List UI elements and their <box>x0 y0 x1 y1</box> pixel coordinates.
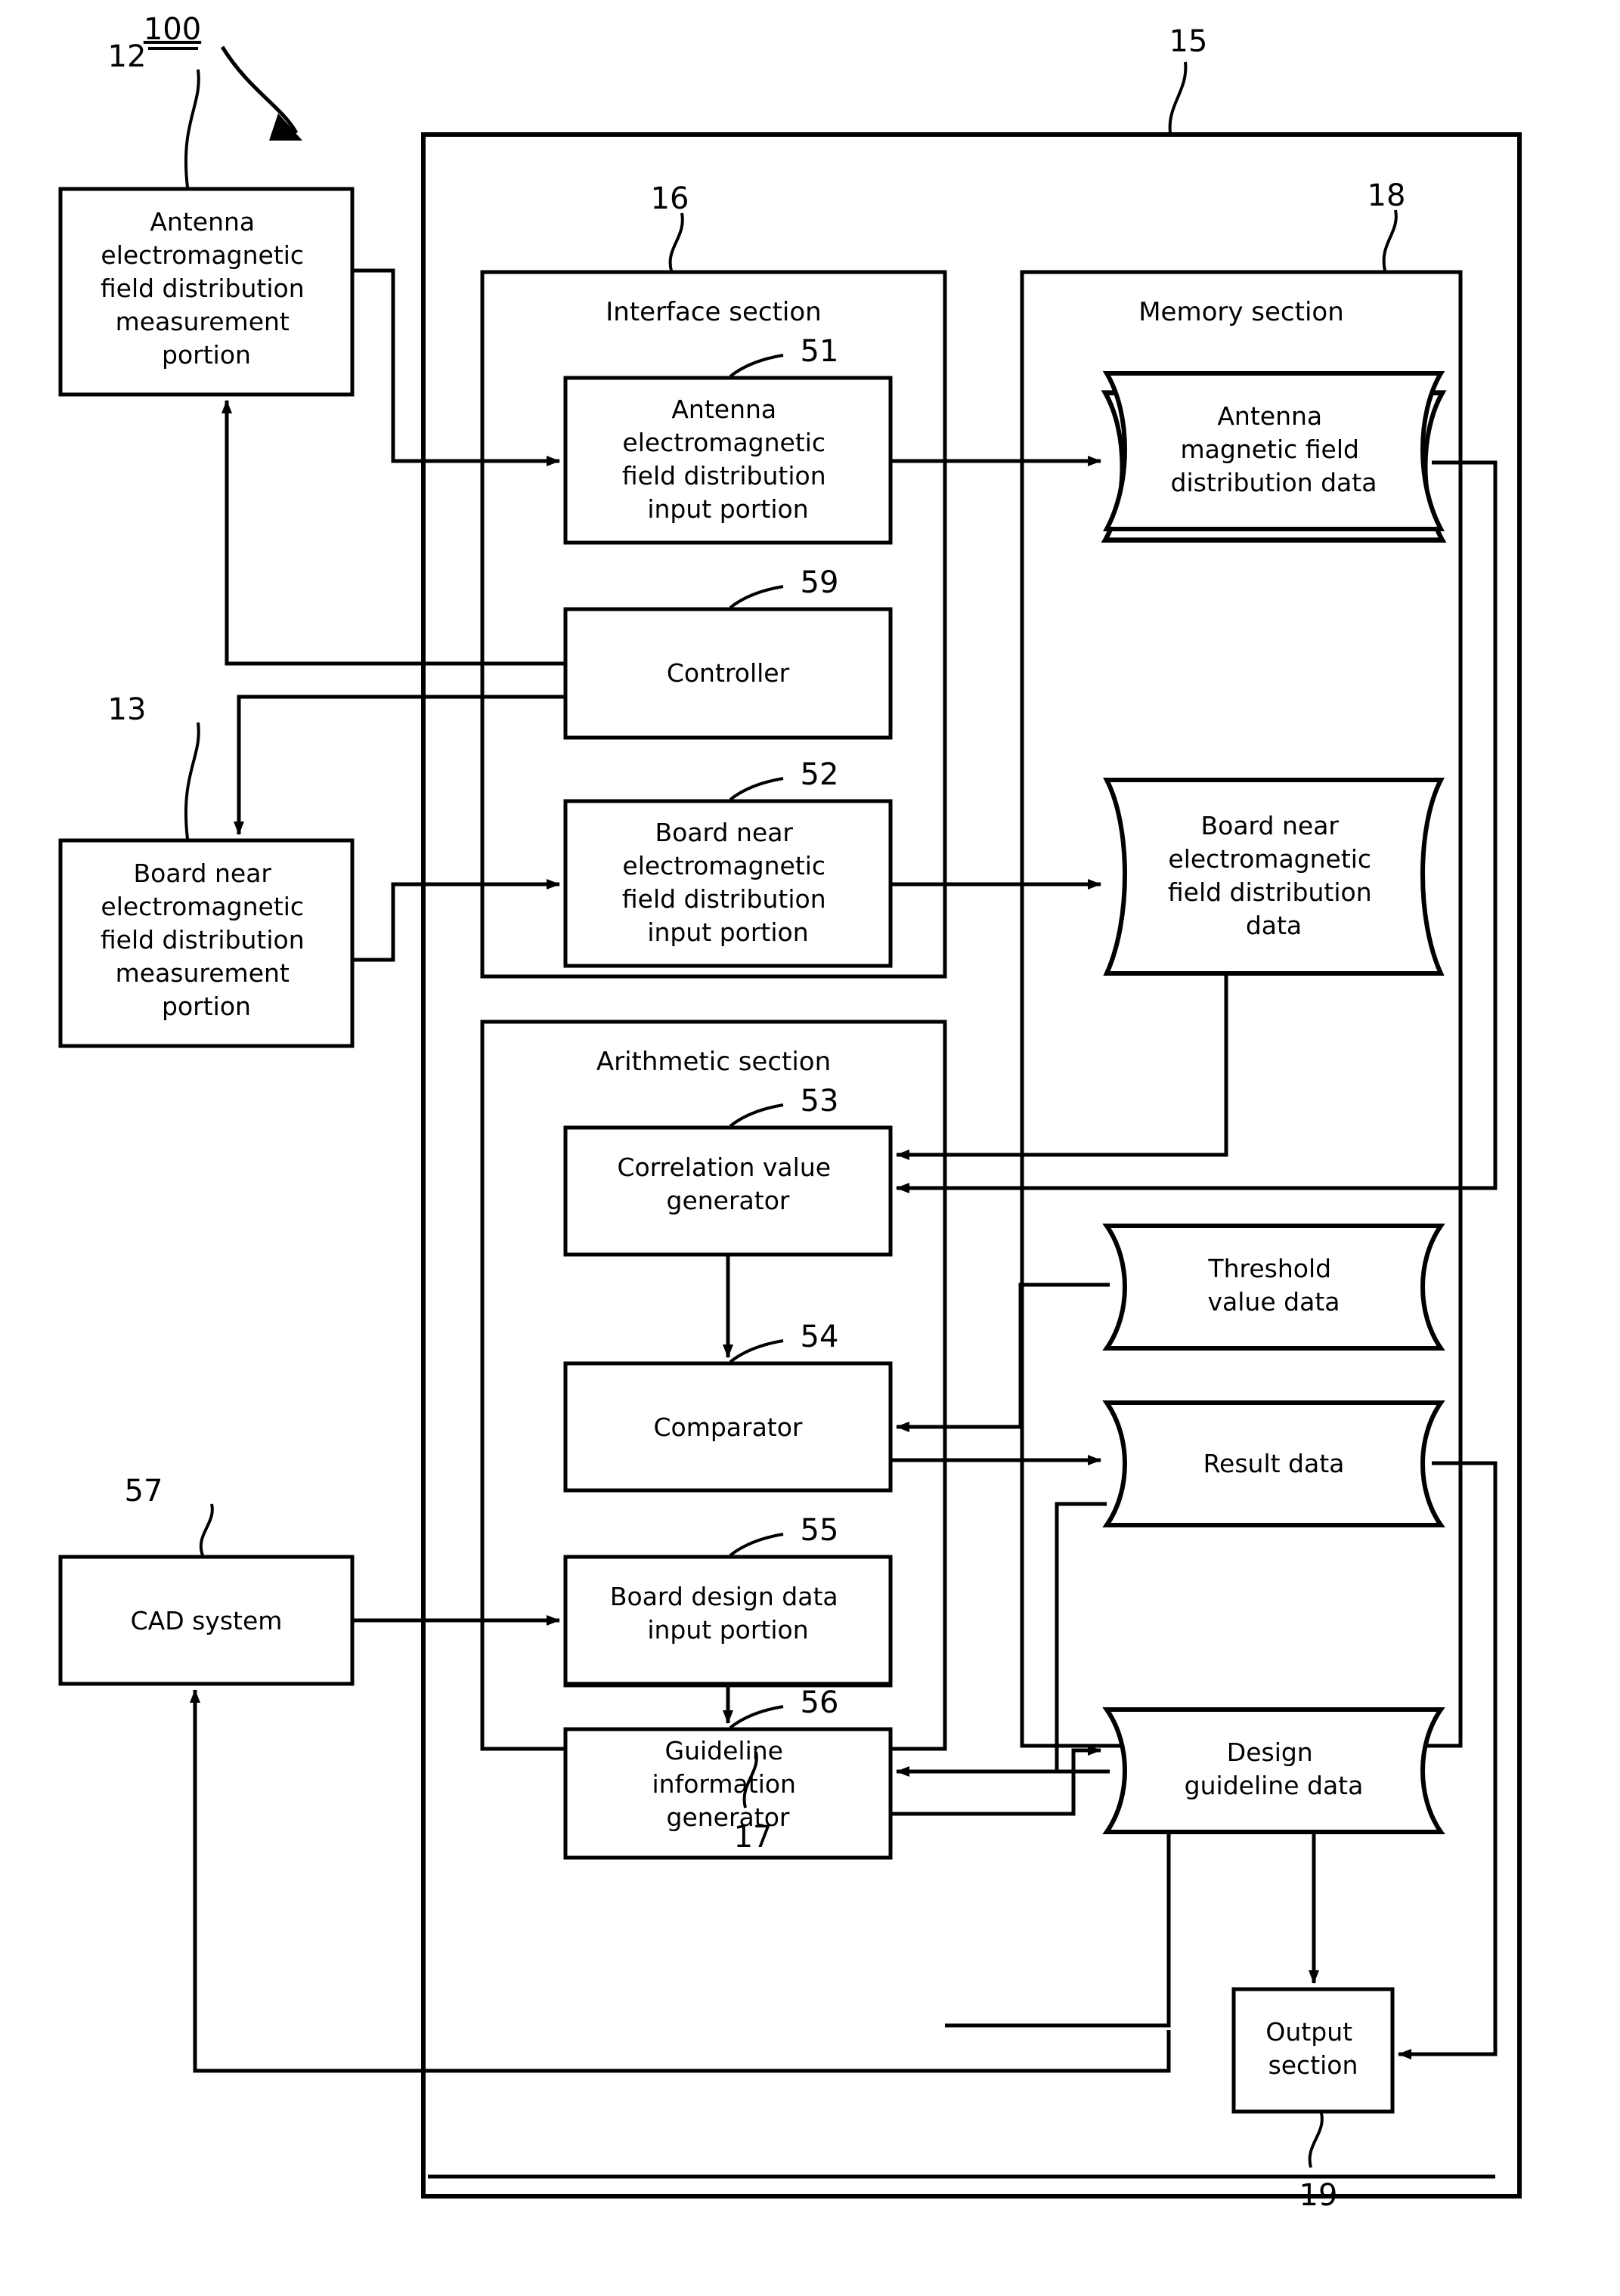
ref-16: 16 <box>651 181 689 216</box>
leader-59 <box>729 585 784 609</box>
ref-51: 51 <box>801 334 839 369</box>
wire-design-guideline-bottom-stub <box>945 1832 1171 2028</box>
board-input-portion-label: Board near electromagnetic field distrib… <box>622 818 834 947</box>
ref-19: 19 <box>1299 2178 1338 2213</box>
leader-51 <box>729 354 784 378</box>
ref-18: 18 <box>1368 178 1406 213</box>
ref-59: 59 <box>801 565 839 600</box>
ref-52: 52 <box>801 757 839 792</box>
wire-generator-to-design-guideline <box>891 1745 1101 1816</box>
leader-100 <box>220 45 299 135</box>
guideline-information-generator-label: Guideline information generator <box>652 1736 804 1832</box>
ref-53: 53 <box>801 1084 839 1119</box>
ref-57: 57 <box>125 1474 163 1508</box>
leader-54 <box>729 1339 784 1363</box>
ref-13: 13 <box>108 692 147 727</box>
wire-result-to-guideline-generator <box>1055 1502 1107 1772</box>
leader-16 <box>668 212 684 271</box>
comparator-label: Comparator <box>653 1413 802 1442</box>
leader-19 <box>1308 2112 1324 2168</box>
ref-54: 54 <box>801 1320 839 1354</box>
cad-system-label: CAD system <box>131 1606 283 1635</box>
correlation-value-generator-label: Correlation value generator <box>617 1153 838 1215</box>
leader-52 <box>729 777 784 801</box>
arithmetic-section-title: Arithmetic section <box>596 1047 831 1077</box>
controller-label: Controller <box>667 658 790 688</box>
leader-56 <box>729 1705 784 1729</box>
ref-15: 15 <box>1169 24 1208 59</box>
ref-100: 100 <box>144 12 201 47</box>
leader-57 <box>199 1503 214 1556</box>
antenna-input-portion-label: Antenna electromagnetic field distributi… <box>622 395 834 524</box>
wire-controller-to-antenna-meas <box>221 400 565 666</box>
leader-12 <box>184 69 200 188</box>
leader-18 <box>1382 209 1398 271</box>
wire-controller-to-board-meas <box>234 695 565 835</box>
wire-antenna-meas-to-input <box>352 268 560 466</box>
leader-53 <box>729 1103 784 1128</box>
memory-section-title: Memory section <box>1138 297 1344 327</box>
result-data-label: Result data <box>1203 1449 1345 1478</box>
wire-threshold-to-comparator <box>896 1283 1110 1432</box>
wire-board-meas-to-input52 <box>352 879 560 962</box>
leader-13 <box>184 722 200 840</box>
interface-section-title: Interface section <box>606 297 821 327</box>
patent-figure-canvas: 100 15 12 13 57 16 18 51 59 52 53 54 55 … <box>0 0 1620 2296</box>
ref-56: 56 <box>801 1685 839 1720</box>
block-diagram-svg: 100 15 12 13 57 16 18 51 59 52 53 54 55 … <box>58 12 1522 2213</box>
leader-55 <box>729 1533 784 1557</box>
ref-12: 12 <box>108 39 147 74</box>
ref-55: 55 <box>801 1513 839 1548</box>
leader-15 <box>1168 61 1188 134</box>
store-board-near-field-data[interactable] <box>1103 778 1445 976</box>
